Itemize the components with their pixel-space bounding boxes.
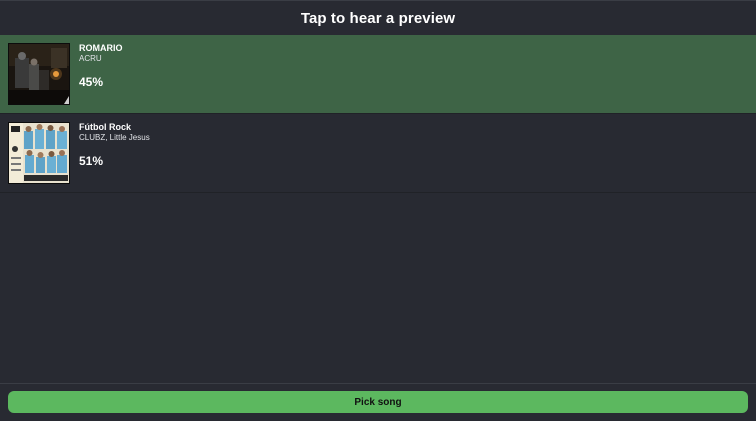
page-title: Tap to hear a preview — [300, 9, 456, 27]
footer-bar: Pick song — [0, 383, 756, 421]
header-bar: Tap to hear a preview — [0, 0, 756, 35]
pick-song-button[interactable]: Pick song — [8, 391, 748, 413]
song-list: ROMARIO ACRU 45% Fútbol Rock CLUBZ, Litt… — [0, 35, 756, 193]
song-title: Fútbol Rock — [79, 122, 131, 132]
song-artist: ACRU — [79, 54, 102, 63]
song-title: ROMARIO — [79, 43, 123, 53]
match-percent: 45% — [79, 75, 104, 89]
song-row-futbol-rock[interactable]: Fútbol Rock CLUBZ, Little Jesus 51% — [0, 114, 756, 193]
album-art-romario-icon — [8, 43, 70, 105]
match-percent: 51% — [79, 154, 104, 168]
song-row-romario[interactable]: ROMARIO ACRU 45% — [0, 35, 756, 114]
song-artist: CLUBZ, Little Jesus — [79, 133, 150, 142]
album-art-futbol-rock-icon — [8, 122, 70, 184]
